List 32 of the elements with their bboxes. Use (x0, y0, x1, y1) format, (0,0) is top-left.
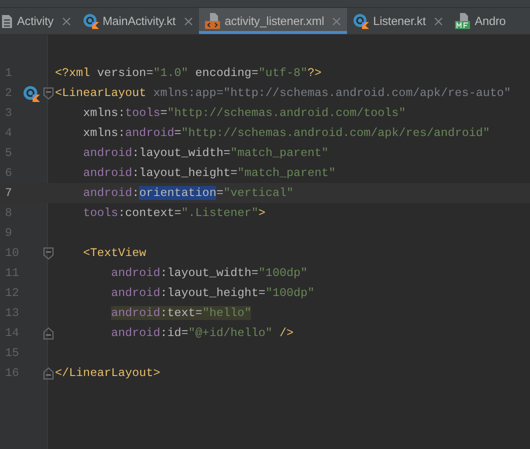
code-line: android:layout_height="match_parent" (82, 166, 336, 180)
class-icon (353, 13, 370, 29)
code-line: android:text="hello" (110, 306, 252, 320)
file-tab[interactable]: Andro (448, 8, 512, 34)
class-icon[interactable] (22, 84, 40, 102)
code-line: tools:context=".Listener"> (82, 206, 266, 220)
code-line: <?xml version="1.0" encoding="utf-8"?> (55, 66, 322, 80)
code-line: <TextView (82, 246, 146, 260)
manifest-file-icon (454, 13, 471, 29)
fold-icon[interactable] (43, 366, 54, 380)
line-number: 7 (4, 186, 14, 200)
fold-icon[interactable] (43, 326, 54, 340)
code-line: android:layout_width="match_parent" (82, 146, 329, 160)
file-tab[interactable]: activity_listener.xml (198, 8, 348, 34)
class-icon (82, 13, 99, 29)
close-icon[interactable] (434, 16, 443, 26)
xml-file-icon (204, 13, 221, 29)
fold-icon[interactable] (43, 86, 54, 100)
close-icon[interactable] (184, 16, 193, 26)
close-icon[interactable] (62, 16, 71, 26)
code-line: xmlns:android="http://schemas.android.com/apk/res/android" (82, 126, 490, 140)
code-line: android:layout_height="100dp" (110, 286, 315, 300)
file-tab[interactable]: Activity (0, 8, 77, 34)
code-line: android:layout_width="100dp" (110, 266, 308, 280)
file-tab[interactable]: Listener.kt (347, 8, 449, 34)
code-line: android:id="@+id/hello" /> (110, 326, 294, 340)
fold-icon[interactable] (43, 246, 54, 260)
code-line: android:orientation="vertical" (82, 186, 294, 200)
code-line: <LinearLayout xmlns:app="http://schemas.android.com/apk/res-auto" (55, 86, 511, 100)
code-line: </LinearLayout> (55, 366, 160, 380)
file-tab[interactable]: MainActivity.kt (76, 8, 199, 34)
code-line: xmlns:tools="http://schemas.android.com/tools" (82, 106, 406, 120)
